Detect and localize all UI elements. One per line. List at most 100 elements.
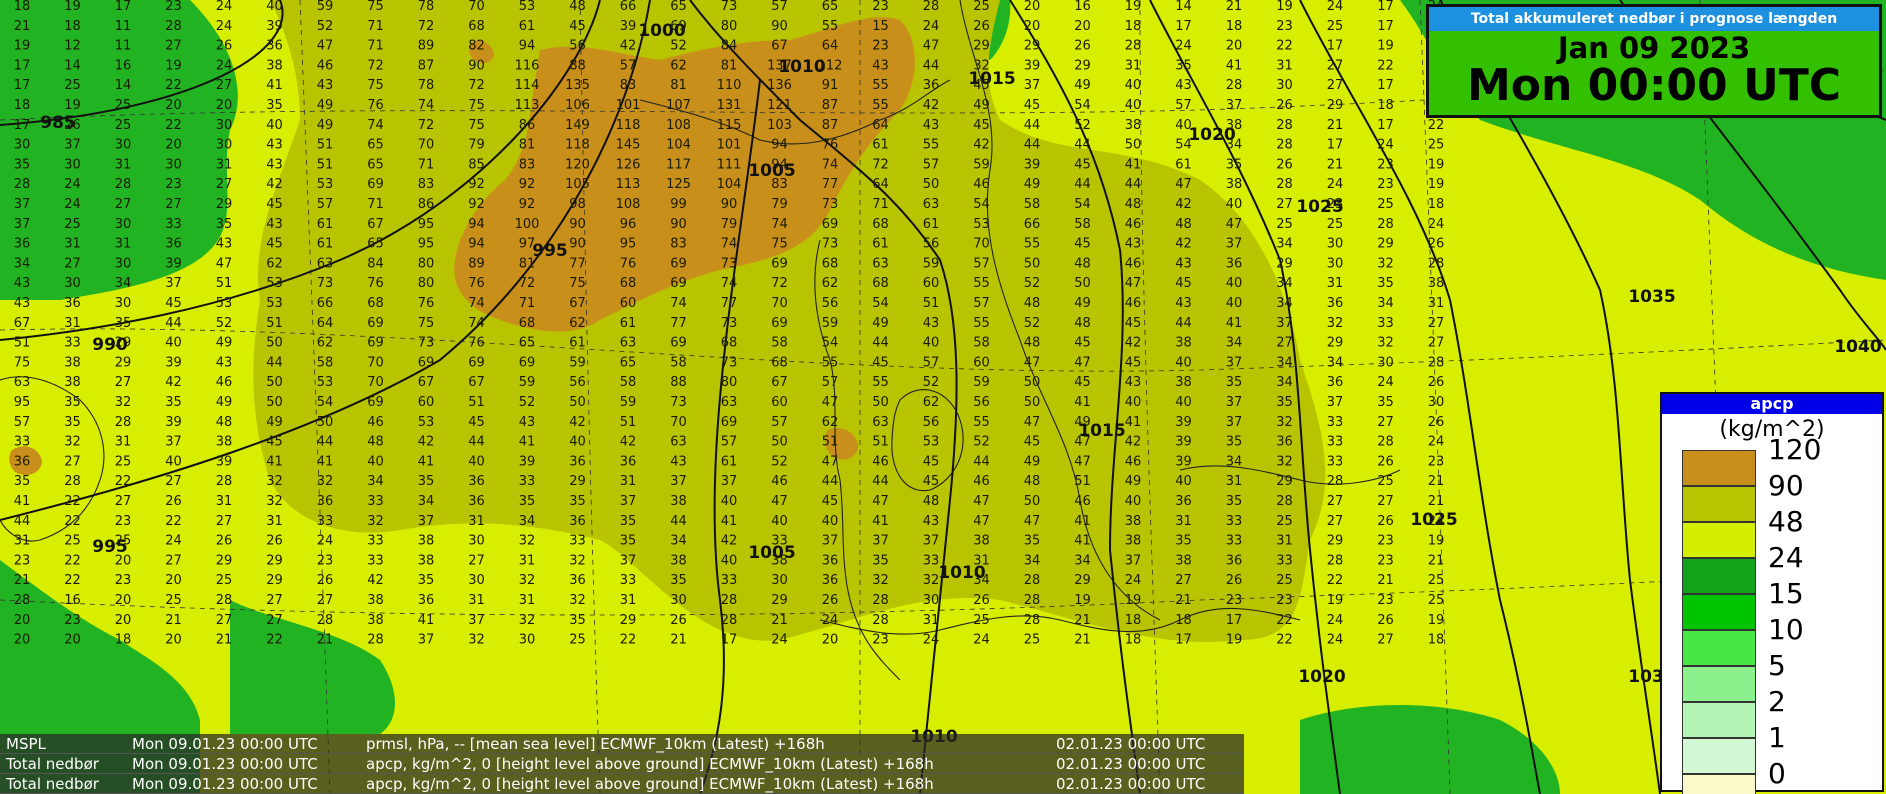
grid-value: 27: [1327, 78, 1344, 93]
grid-value: 54: [872, 296, 889, 311]
color-legend: apcp (kg/m^2) 120 90 48 24 15 10 5 2 1 0: [1660, 392, 1884, 794]
grid-value: 51: [822, 435, 839, 450]
grid-value: 52: [519, 395, 536, 410]
grid-value: 35: [1377, 276, 1394, 291]
grid-value: 39: [620, 19, 637, 34]
grid-value: 35: [418, 474, 435, 489]
grid-value: 43: [923, 118, 940, 133]
grid-value: 66: [620, 0, 637, 14]
grid-value: 35: [165, 395, 182, 410]
footer-row-valid: Mon 09.01.23 00:00 UTC: [132, 755, 318, 773]
grid-value: 62: [923, 395, 940, 410]
grid-value: 61: [1175, 157, 1192, 172]
grid-value: 21: [1428, 494, 1445, 509]
grid-value: 69: [721, 415, 738, 430]
grid-value: 11: [115, 19, 132, 34]
grid-value: 29: [266, 553, 283, 568]
grid-value: 27: [165, 553, 182, 568]
grid-value: 45: [822, 494, 839, 509]
grid-value: 29: [620, 613, 637, 628]
grid-value: 92: [519, 177, 536, 192]
grid-value: 18: [14, 98, 31, 113]
grid-value: 55: [872, 98, 889, 113]
grid-value: 17: [1327, 39, 1344, 54]
grid-value: 30: [64, 157, 81, 172]
grid-value: 98: [569, 197, 586, 212]
grid-value: 27: [1327, 58, 1344, 73]
grid-value: 52: [771, 454, 788, 469]
grid-value: 29: [216, 197, 233, 212]
grid-value: 37: [1125, 553, 1142, 568]
grid-value: 40: [1226, 197, 1243, 212]
grid-value: 50: [771, 435, 788, 450]
grid-value: 94: [771, 138, 788, 153]
grid-value: 51: [1074, 474, 1091, 489]
grid-value: 17: [1226, 613, 1243, 628]
grid-value: 40: [1175, 118, 1192, 133]
grid-value: 26: [266, 534, 283, 549]
grid-value: 29: [115, 355, 132, 370]
grid-value: 28: [1327, 553, 1344, 568]
grid-value: 95: [14, 395, 31, 410]
grid-value: 22: [1428, 118, 1445, 133]
grid-value: 92: [519, 197, 536, 212]
grid-value: 20: [1074, 19, 1091, 34]
grid-value: 41: [266, 78, 283, 93]
grid-value: 26: [165, 494, 182, 509]
grid-value: 27: [266, 593, 283, 608]
grid-value: 68: [721, 336, 738, 351]
grid-value: 33: [1327, 435, 1344, 450]
grid-value: 40: [1226, 276, 1243, 291]
grid-value: 20: [1226, 39, 1243, 54]
grid-value: 29: [771, 593, 788, 608]
grid-value: 23: [1276, 593, 1293, 608]
grid-value: 42: [1175, 237, 1192, 252]
grid-value: 50: [872, 395, 889, 410]
grid-value: 31: [620, 593, 637, 608]
grid-value: 30: [115, 217, 132, 232]
grid-value: 41: [721, 514, 738, 529]
grid-value: 45: [165, 296, 182, 311]
grid-value: 34: [1226, 336, 1243, 351]
grid-value: 44: [14, 514, 31, 529]
legend-swatch: [1682, 558, 1756, 594]
grid-value: 75: [569, 276, 586, 291]
grid-value: 25: [115, 454, 132, 469]
grid-value: 57: [973, 256, 990, 271]
grid-value: 75: [771, 237, 788, 252]
grid-value: 56: [923, 237, 940, 252]
grid-value: 43: [1175, 296, 1192, 311]
grid-value: 29: [1327, 534, 1344, 549]
grid-value: 73: [670, 395, 687, 410]
grid-value: 36: [418, 593, 435, 608]
grid-value: 30: [1428, 395, 1445, 410]
grid-value: 42: [620, 435, 637, 450]
footer-row-apcp: Total nedbør Mon 09.01.23 00:00 UTC apcp…: [0, 754, 1244, 774]
grid-value: 24: [923, 633, 940, 648]
grid-value: 35: [1024, 534, 1041, 549]
grid-value: 22: [165, 514, 182, 529]
grid-value: 22: [165, 118, 182, 133]
grid-value: 53: [923, 435, 940, 450]
grid-value: 23: [872, 633, 889, 648]
grid-value: 40: [165, 454, 182, 469]
grid-value: 24: [64, 177, 81, 192]
grid-value: 23: [165, 177, 182, 192]
grid-value: 57: [721, 435, 738, 450]
isobar-label: 1020: [1298, 667, 1345, 687]
grid-value: 105: [565, 177, 590, 192]
grid-value: 36: [14, 454, 31, 469]
grid-value: 40: [1175, 474, 1192, 489]
grid-value: 42: [923, 98, 940, 113]
grid-value: 108: [666, 118, 691, 133]
grid-value: 70: [468, 0, 485, 14]
grid-value: 68: [872, 217, 889, 232]
grid-value: 36: [1175, 494, 1192, 509]
grid-value: 32: [569, 593, 586, 608]
grid-value: 59: [519, 375, 536, 390]
grid-value: 27: [216, 78, 233, 93]
grid-value: 38: [216, 435, 233, 450]
legend-label: 48: [1768, 505, 1804, 538]
grid-value: 20: [165, 98, 182, 113]
grid-value: 18: [1428, 197, 1445, 212]
